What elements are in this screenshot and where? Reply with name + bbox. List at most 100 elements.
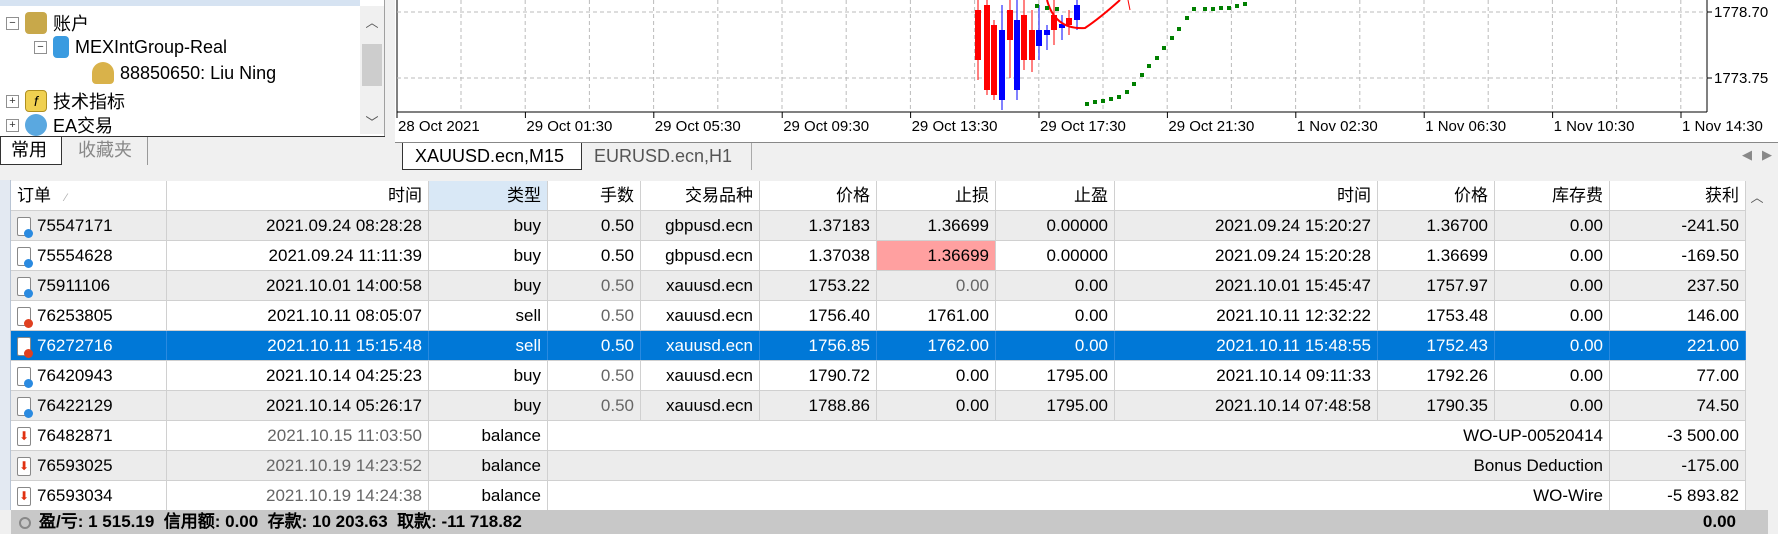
collapse-icon[interactable]: − [6, 16, 19, 30]
swap-cell: 0.00 [1495, 361, 1610, 390]
column-header-close-price[interactable]: 价格 [1378, 181, 1495, 210]
profit-cell: 237.50 [1610, 271, 1746, 300]
open-time-cell: 2021.09.24 08:28:28 [167, 211, 429, 240]
table-row[interactable]: 75547171 2021.09.24 08:28:28 buy 0.50 gbpusd… [11, 211, 1746, 241]
expand-icon[interactable]: + [6, 118, 19, 132]
terminal-side-strip [0, 180, 11, 510]
order-id: 76272716 [37, 336, 113, 355]
order-cell: 76253805 [11, 301, 167, 330]
column-header-label: 交易品种 [685, 186, 753, 205]
open-time-cell: 2021.10.11 08:05:07 [167, 301, 429, 330]
tab-scroll-right-icon[interactable]: ▶ [1762, 147, 1772, 163]
tree-server[interactable]: − MEXIntGroup-Real [34, 36, 227, 58]
candle-body [1007, 10, 1013, 40]
table-row[interactable]: ⬇ 76593034 2021.10.19 14:24:38 balance WO-Wi… [11, 481, 1746, 511]
close-price-cell: 1757.97 [1378, 271, 1495, 300]
tab-xauusd-m15[interactable]: XAUUSD.ecn,M15 [402, 143, 582, 170]
time-label: 29 Oct 13:30 [912, 118, 998, 135]
price-chart[interactable]: 28 Oct 2021 29 Oct 01:30 29 Oct 05:30 29 Oc… [395, 0, 1778, 142]
symbol-cell: xauusd.ecn [641, 301, 760, 330]
tree-indicators[interactable]: + f 技术指标 [6, 88, 125, 114]
comment-cell: WO-Wire [548, 481, 1610, 510]
candle-body [991, 25, 997, 95]
tree-accounts[interactable]: − 账户 [6, 10, 89, 36]
parabolic-sar-dot [1177, 27, 1181, 31]
table-row[interactable]: 75554628 2021.09.24 11:11:39 buy 0.50 gbpusd… [11, 241, 1746, 271]
summary-icon [19, 516, 31, 529]
balance-order-icon: ⬇ [17, 487, 31, 507]
candle-body [999, 30, 1005, 100]
column-header-open-price[interactable]: 价格 [760, 181, 877, 210]
balance-order-icon: ⬇ [17, 457, 31, 477]
parabolic-sar-dot [1147, 64, 1151, 68]
column-header-label: 手数 [600, 186, 634, 205]
buy-order-icon [17, 277, 33, 299]
column-header-type[interactable]: 类型 [429, 181, 548, 210]
table-row[interactable]: ⬇ 76482871 2021.10.15 11:03:50 balance WO-UP… [11, 421, 1746, 451]
column-header-take-profit[interactable]: 止盈 [996, 181, 1115, 210]
order-id: 75554628 [37, 246, 113, 265]
table-row[interactable]: 76253805 2021.10.11 08:05:07 sell 0.50 xauus… [11, 301, 1746, 331]
tab-common[interactable]: 常用 [0, 137, 62, 165]
column-header-label: 价格 [836, 186, 870, 205]
stop-loss-cell: 1.36699 [877, 211, 996, 240]
scroll-thumb[interactable] [362, 44, 382, 86]
column-header-order[interactable]: 订单 ⁄ [11, 181, 167, 210]
column-header-label: 库存费 [1552, 186, 1603, 205]
open-price-cell: 1790.72 [760, 361, 877, 390]
type-cell: buy [429, 361, 548, 390]
tree-account-user[interactable]: 88850650: Liu Ning [92, 62, 276, 84]
parabolic-sar-dot [1170, 36, 1174, 40]
navigator-scrollbar[interactable]: ︿ ﹀ [360, 6, 384, 134]
tab-eurusd-h1[interactable]: EURUSD.ecn,H1 [582, 143, 752, 170]
table-row[interactable]: ⬇ 76593025 2021.10.19 14:23:52 balance Bonus… [11, 451, 1746, 481]
type-cell: balance [429, 421, 548, 450]
parabolic-sar-dot [1045, 6, 1049, 10]
take-profit-cell: 0.00000 [996, 211, 1115, 240]
column-header-open-time[interactable]: 时间 [167, 181, 429, 210]
column-header-close-time[interactable]: 时间 [1115, 181, 1378, 210]
column-header-volume[interactable]: 手数 [548, 181, 641, 210]
parabolic-sar-dot [1125, 90, 1129, 94]
tab-favorites[interactable]: 收藏夹 [76, 137, 148, 165]
parabolic-sar-dot [1055, 7, 1059, 11]
indicator-icon: f [25, 90, 47, 112]
sell-order-icon [17, 307, 33, 329]
take-profit-cell: 1795.00 [996, 361, 1115, 390]
table-row[interactable]: 76420943 2021.10.14 04:25:23 buy 0.50 xauusd… [11, 361, 1746, 391]
candle-wick [1127, 0, 1131, 11]
stop-loss-cell: 0.00 [877, 391, 996, 420]
column-header-label: 订单 [17, 186, 51, 205]
column-header-swap[interactable]: 库存费 [1495, 181, 1610, 210]
open-time-cell: 2021.10.19 14:23:52 [167, 451, 429, 480]
volume-cell: 0.50 [548, 271, 641, 300]
balance-order-icon: ⬇ [17, 427, 31, 447]
parabolic-sar-dot [1093, 100, 1097, 104]
profit-cell: -175.00 [1610, 451, 1746, 480]
column-header-symbol[interactable]: 交易品种 [641, 181, 760, 210]
table-row[interactable]: 76422129 2021.10.14 05:26:17 buy 0.50 xauusd… [11, 391, 1746, 421]
scroll-down-icon[interactable]: ﹀ [360, 112, 384, 131]
symbol-cell: xauusd.ecn [641, 331, 760, 360]
chart-tabs: XAUUSD.ecn,M15 EURUSD.ecn,H1 ◀ ▶ [395, 142, 1778, 170]
order-id: 76593034 [37, 486, 113, 505]
profit-cell: -169.50 [1610, 241, 1746, 270]
scroll-up-icon[interactable]: ︿ [360, 12, 384, 31]
tree-label: MEXIntGroup-Real [75, 36, 228, 57]
collapse-icon[interactable]: − [34, 40, 47, 54]
navigator-panel: − 账户 − MEXIntGroup-Real 88850650: Liu Ni… [0, 0, 385, 170]
symbol-cell: xauusd.ecn [641, 271, 760, 300]
scroll-up-icon[interactable]: ︿ [1746, 181, 1768, 206]
table-scrollbar[interactable]: ︿ [1746, 181, 1768, 511]
tab-scroll-left-icon[interactable]: ◀ [1742, 147, 1752, 163]
table-row[interactable]: 76272716 2021.10.11 15:15:48 sell 0.50 xauus… [11, 331, 1746, 361]
time-label: 1 Nov 06:30 [1425, 118, 1506, 135]
candle-body [1036, 30, 1042, 46]
column-header-profit[interactable]: 获利 [1610, 181, 1746, 210]
expand-icon[interactable]: + [6, 94, 19, 108]
type-cell: balance [429, 451, 548, 480]
time-label: 29 Oct 09:30 [783, 118, 869, 135]
column-header-stop-loss[interactable]: 止损 [877, 181, 996, 210]
tree-expert-advisors[interactable]: + EA交易 [6, 112, 113, 138]
table-row[interactable]: 75911106 2021.10.01 14:00:58 buy 0.50 xauusd… [11, 271, 1746, 301]
